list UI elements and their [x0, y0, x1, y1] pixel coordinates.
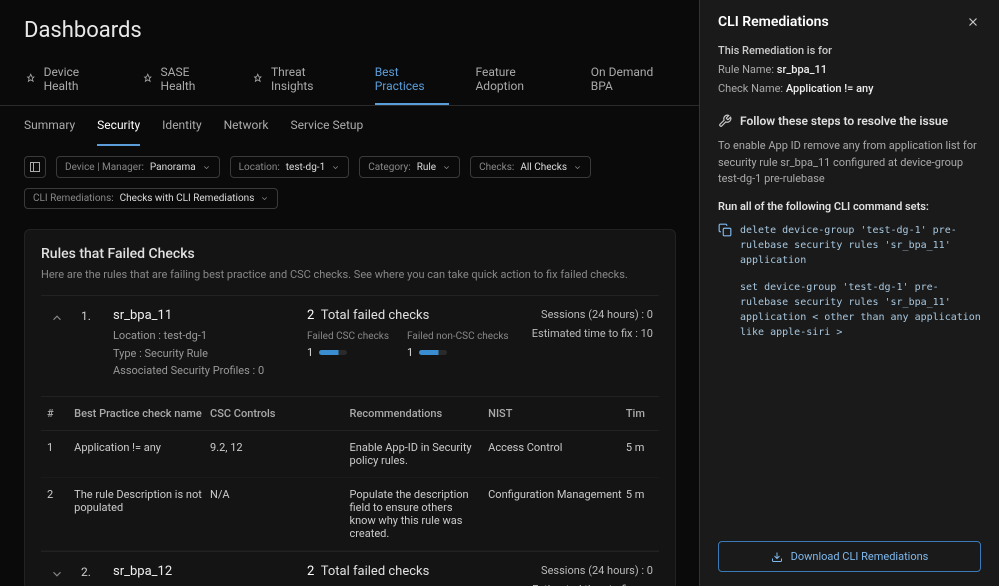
table-row[interactable]: 1 Application != any 9.2, 12 Enable App-…	[41, 431, 659, 478]
chevron-down-icon	[442, 163, 451, 172]
total-failed: 2 Total failed checks	[307, 564, 509, 579]
secondary-tab[interactable]: Network	[224, 106, 269, 146]
cli-command: delete device-group 'test-dg-1' pre-rule…	[718, 221, 981, 270]
filter-checks[interactable]: Checks: All Checks	[470, 156, 591, 178]
rule-row: 1. sr_bpa_11 Location : test-dg-1 Type :…	[41, 295, 659, 394]
primary-tab[interactable]: Feature Adoption	[475, 55, 564, 105]
panel-subtitle: Here are the rules that are failing best…	[41, 268, 659, 281]
rule-stats: Sessions (24 hours) : 0 Estimated time t…	[523, 564, 653, 586]
failed-csc: Failed CSC checks 1	[307, 331, 389, 359]
filter-category[interactable]: Category: Rule	[359, 156, 460, 178]
primary-tabs: Device Health SASE Health Threat Insights B…	[0, 55, 700, 106]
rule-name: sr_bpa_11	[113, 308, 293, 323]
total-failed: 2 Total failed checks	[307, 308, 509, 323]
close-button[interactable]	[965, 14, 981, 30]
remediation-for-label: This Remediation is for	[718, 44, 981, 57]
page-title: Dashboards	[0, 0, 700, 55]
rule-stats: Sessions (24 hours) : 0 Estimated time t…	[523, 308, 653, 380]
secondary-tab[interactable]: Summary	[24, 106, 75, 146]
remediation-description: To enable App ID remove any from applica…	[718, 138, 981, 188]
rule-row: 2. sr_bpa_12 Location : test-dg-1 Type :…	[41, 551, 659, 586]
failed-noncsc: Failed non-CSC checks 1	[407, 331, 509, 359]
rule-index: 1.	[81, 308, 99, 380]
steps-header: Follow these steps to resolve the issue	[718, 114, 981, 128]
chevron-down-icon	[573, 163, 582, 172]
rules-panel: Rules that Failed Checks Here are the ru…	[24, 229, 676, 586]
primary-tab[interactable]: Device Health	[24, 55, 115, 105]
pin-icon	[24, 72, 38, 86]
rule-name: sr_bpa_12	[113, 564, 293, 579]
table-row[interactable]: 2 The rule Description is not populated …	[41, 478, 659, 551]
layout-toggle-button[interactable]	[24, 156, 46, 178]
checks-table: # Best Practice check name CSC Controls …	[41, 396, 659, 551]
expand-toggle[interactable]	[49, 566, 65, 582]
pin-icon	[251, 72, 265, 86]
filter-bar: Device | Manager: Panorama Location: tes…	[0, 146, 700, 219]
filter-cli-remediations[interactable]: CLI Remediations: Checks with CLI Remedi…	[24, 188, 278, 209]
secondary-tabs: Summary Security Identity Network Service Se…	[0, 106, 700, 146]
wrench-icon	[718, 114, 732, 128]
cli-command: set device-group 'test-dg-1' pre-rulebas…	[718, 278, 981, 342]
expand-toggle[interactable]	[49, 310, 65, 326]
primary-tab[interactable]: On Demand BPA	[591, 55, 676, 105]
primary-tab[interactable]: Threat Insights	[251, 55, 348, 105]
filter-device[interactable]: Device | Manager: Panorama	[56, 156, 220, 178]
primary-tab[interactable]: Best Practices	[375, 55, 450, 105]
check-name-kv: Check Name: Application != any	[718, 80, 981, 99]
chevron-down-icon	[260, 194, 269, 203]
side-panel-title: CLI Remediations	[718, 14, 829, 30]
secondary-tab[interactable]: Security	[97, 106, 140, 146]
filter-location[interactable]: Location: test-dg-1	[230, 156, 350, 178]
cli-remediations-panel: CLI Remediations This Remediation is for…	[699, 0, 999, 586]
copy-icon[interactable]	[718, 223, 732, 237]
cli-commands-label: Run all of the following CLI command set…	[718, 200, 981, 213]
rule-index: 2.	[81, 564, 99, 586]
pin-icon	[141, 72, 155, 86]
primary-tab[interactable]: SASE Health	[141, 55, 225, 105]
secondary-tab[interactable]: Service Setup	[290, 106, 363, 146]
panel-title: Rules that Failed Checks	[41, 246, 659, 262]
chevron-down-icon	[331, 163, 340, 172]
rule-meta: Location : test-dg-1 Type : Security Rul…	[113, 327, 293, 380]
download-cli-button[interactable]: Download CLI Remediations	[718, 541, 981, 572]
table-header: # Best Practice check name CSC Controls …	[41, 397, 659, 431]
secondary-tab[interactable]: Identity	[162, 106, 201, 146]
rule-name-kv: Rule Name: sr_bpa_11	[718, 61, 981, 80]
download-icon	[771, 551, 783, 563]
chevron-down-icon	[202, 163, 211, 172]
